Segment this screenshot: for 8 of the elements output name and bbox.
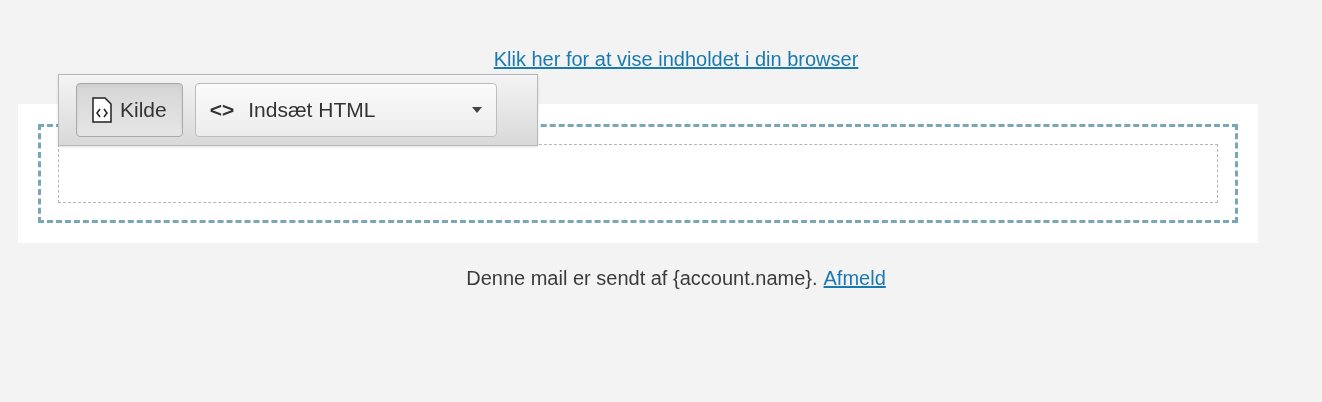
unsubscribe-link[interactable]: Afmeld	[823, 263, 886, 293]
browser-view-link[interactable]: Klik her for at vise indholdet i din browser	[493, 46, 859, 72]
footer-text: Denne mail er sendt af {account.name}.	[466, 266, 818, 291]
caret-icon	[471, 107, 482, 113]
insert-html-dropdown[interactable]: <> Indsæt HTML	[194, 83, 497, 137]
code-file-icon	[92, 97, 112, 123]
source-button[interactable]: Kilde	[76, 83, 183, 137]
code-icon: <>	[209, 94, 235, 126]
